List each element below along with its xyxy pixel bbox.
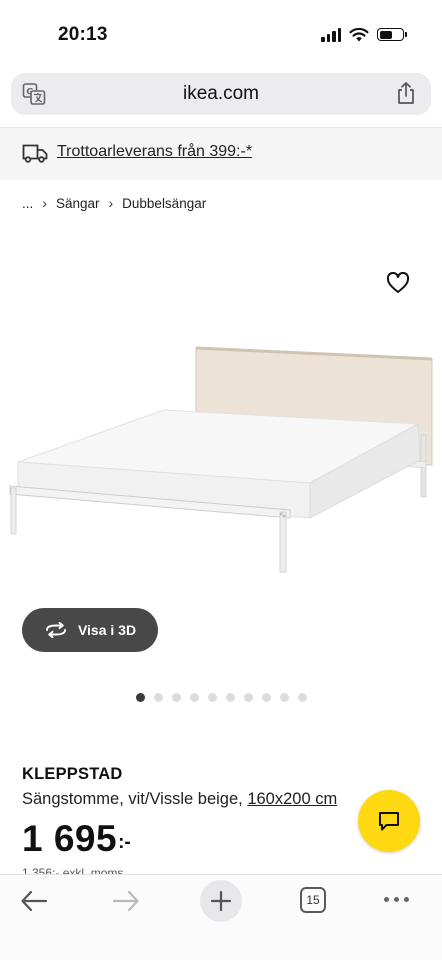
chat-icon: [379, 812, 399, 831]
product-image[interactable]: [8, 340, 436, 580]
new-tab-button[interactable]: [200, 880, 242, 922]
carousel-dot[interactable]: [136, 693, 145, 702]
carousel-dot[interactable]: [298, 693, 307, 702]
price-suffix: :-: [118, 832, 131, 853]
image-carousel-dots[interactable]: [136, 693, 307, 702]
carousel-dot[interactable]: [154, 693, 163, 702]
more-menu-icon[interactable]: [384, 897, 409, 902]
product-name: KLEPPSTAD: [22, 765, 123, 783]
price-amount: 1 695: [22, 818, 118, 859]
carousel-dot[interactable]: [244, 693, 253, 702]
back-arrow-icon[interactable]: [18, 887, 50, 915]
delivery-link[interactable]: Trottoarleverans från 399:-*: [57, 143, 252, 161]
status-bar: 20:13: [0, 0, 442, 70]
chat-button[interactable]: [358, 790, 420, 852]
forward-arrow-icon[interactable]: [110, 887, 142, 915]
carousel-dot[interactable]: [172, 693, 181, 702]
status-time: 20:13: [58, 24, 108, 45]
breadcrumb-separator: ›: [42, 195, 47, 211]
product-description: Sängstomme, vit/Vissle beige, 160x200 cm: [22, 790, 337, 809]
battery-icon: [377, 28, 407, 41]
heart-icon[interactable]: [386, 272, 410, 294]
carousel-dot[interactable]: [262, 693, 271, 702]
product-description-text: Sängstomme, vit/Vissle beige,: [22, 790, 243, 808]
rotate-3d-icon: [45, 622, 66, 638]
carousel-dot[interactable]: [190, 693, 199, 702]
breadcrumb-item-beds[interactable]: Sängar: [56, 196, 100, 211]
product-price: 1 695 :-: [22, 818, 131, 860]
cellular-signal-icon: [321, 27, 341, 42]
view-3d-button[interactable]: Visa i 3D: [22, 608, 158, 652]
plus-icon: [210, 890, 232, 912]
truck-icon: [22, 144, 48, 163]
address-bar[interactable]: G ikea.com: [11, 73, 431, 115]
breadcrumb: ... › Sängar › Dubbelsängar: [22, 195, 206, 211]
carousel-dot[interactable]: [208, 693, 217, 702]
size-link[interactable]: 160x200 cm: [247, 790, 337, 808]
tab-count: 15: [300, 887, 326, 913]
breadcrumb-item-double-beds[interactable]: Dubbelsängar: [122, 196, 206, 211]
tab-switcher-button[interactable]: 15: [300, 887, 326, 913]
browser-toolbar: 15: [0, 874, 442, 960]
carousel-dot[interactable]: [226, 693, 235, 702]
share-icon[interactable]: [395, 81, 417, 105]
wifi-icon: [349, 27, 369, 42]
price-excl-vat: 1 356:- exkl. moms: [22, 866, 124, 874]
delivery-banner[interactable]: Trottoarleverans från 399:-*: [0, 127, 442, 180]
breadcrumb-separator: ›: [108, 195, 114, 211]
view-3d-label: Visa i 3D: [77, 622, 137, 638]
carousel-dot[interactable]: [280, 693, 289, 702]
url-text[interactable]: ikea.com: [11, 83, 431, 105]
status-icons: [321, 27, 407, 42]
breadcrumb-ellipsis[interactable]: ...: [22, 196, 33, 211]
